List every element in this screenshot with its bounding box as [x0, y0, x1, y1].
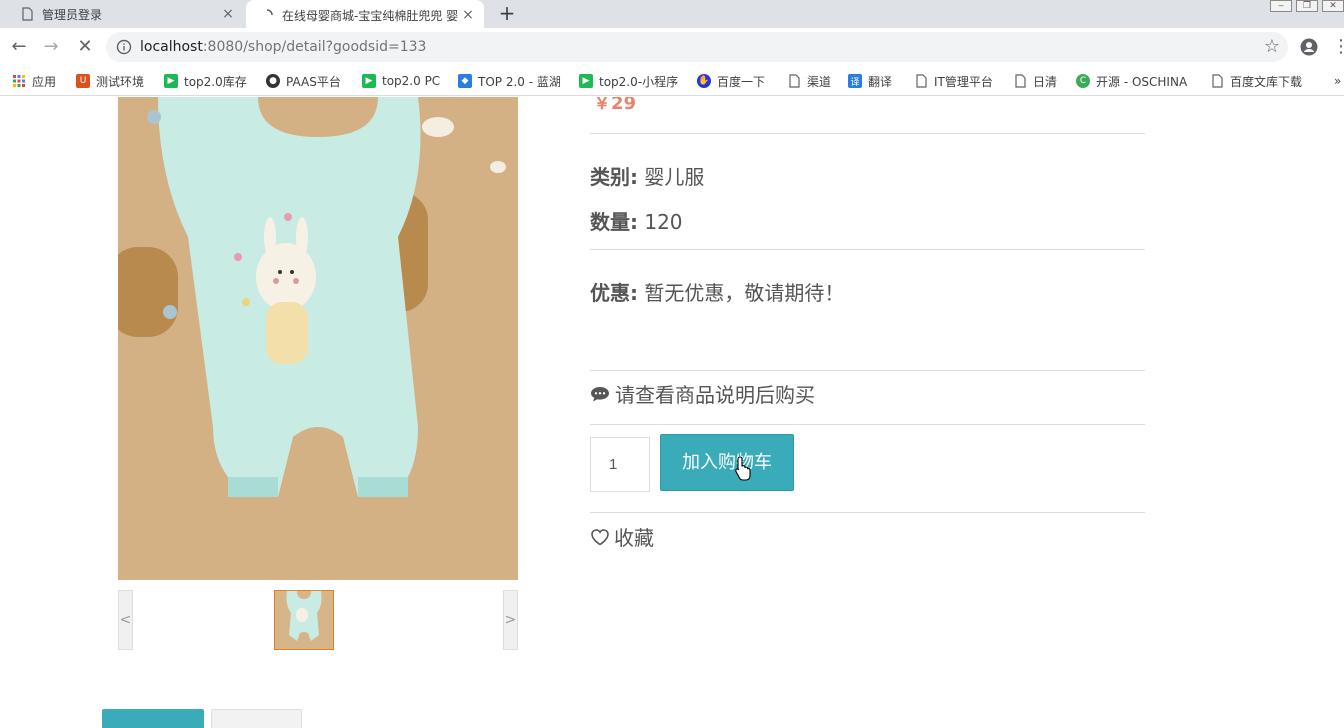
- oschina-icon: C: [1076, 74, 1090, 88]
- bookmarks-overflow[interactable]: »: [1334, 72, 1341, 90]
- romper-illustration: [118, 97, 518, 580]
- comment-icon: [591, 386, 609, 401]
- carousel-prev-button[interactable]: <: [118, 590, 133, 650]
- product-discount: 优惠: 暂无优惠，敬请期待！: [590, 277, 844, 306]
- purchase-notice: 请查看商品说明后购买: [590, 379, 815, 408]
- address-bar[interactable]: localhost:8080/shop/detail?goodsid=133 ☆: [106, 32, 1288, 62]
- page-icon: [1212, 74, 1223, 88]
- tab-title: 在线母婴商城-宝宝纯棉肚兜兜 婴: [282, 8, 459, 23]
- u-logo-icon: U: [76, 74, 90, 88]
- bookmark-miniprogram[interactable]: ▶ top2.0-小程序: [579, 72, 678, 90]
- tab-admin-login[interactable]: 管理员登录 ×: [0, 0, 244, 28]
- bookmark-daily[interactable]: 日清: [1013, 72, 1057, 90]
- browser-toolbar: ← → ✕ localhost:8080/shop/detail?goodsid…: [0, 28, 1344, 66]
- details-tab-inactive[interactable]: [211, 709, 302, 728]
- bookmark-paas[interactable]: ● PAAS平台: [266, 72, 341, 90]
- favorite-link[interactable]: 收藏: [590, 522, 654, 551]
- carousel-next-button[interactable]: >: [503, 590, 518, 650]
- bookmark-top2-stock[interactable]: ▶ top2.0库存: [164, 72, 247, 90]
- romper-thumbnail: [275, 591, 333, 649]
- close-window-button[interactable]: ✕: [1322, 0, 1344, 12]
- baidu-paw-icon: ✋: [697, 74, 711, 88]
- page-icon: [22, 7, 33, 21]
- quantity-label: 数量:: [590, 210, 638, 234]
- bookmark-top2-pc[interactable]: ▶ top2.0 PC: [362, 72, 440, 90]
- bookmark-lanhu[interactable]: ◆ TOP 2.0 - 蓝湖: [458, 72, 561, 90]
- play-icon: ▶: [164, 74, 178, 88]
- bookmark-baidu[interactable]: ✋ 百度一下: [697, 72, 765, 90]
- play-icon: ▶: [362, 74, 376, 88]
- play-icon: ▶: [579, 74, 593, 88]
- restore-button[interactable]: ❐: [1296, 0, 1318, 12]
- apps-grid-icon: [13, 75, 25, 87]
- new-tab-button[interactable]: +: [496, 2, 518, 24]
- lanhu-icon: ◆: [458, 74, 472, 88]
- quantity-input[interactable]: 1: [590, 437, 650, 492]
- divider: [590, 424, 1145, 425]
- hand-cursor-icon: [735, 456, 751, 481]
- loading-spinner-icon: [266, 9, 273, 16]
- minimize-button[interactable]: ‒: [1270, 0, 1292, 12]
- account-icon[interactable]: [1300, 38, 1318, 56]
- bookmark-translate[interactable]: 译 翻译: [848, 72, 892, 90]
- translate-icon: 译: [848, 74, 862, 88]
- details-tab-active[interactable]: [102, 709, 204, 728]
- back-icon[interactable]: ←: [8, 36, 30, 58]
- product-thumbnail[interactable]: [274, 590, 334, 650]
- url-text: localhost:8080/shop/detail?goodsid=133: [140, 39, 427, 55]
- close-icon[interactable]: ×: [460, 7, 476, 23]
- forward-icon[interactable]: →: [40, 36, 62, 58]
- product-main-image[interactable]: [118, 97, 518, 580]
- page-icon: [789, 74, 800, 88]
- bookmarks-bar: 应用 U 测试环境 ▶ top2.0库存 ● PAAS平台 ▶ top2.0 P…: [0, 66, 1344, 96]
- page-icon: [1015, 74, 1026, 88]
- page-icon: [916, 74, 927, 88]
- window-controls: ‒ ❐ ✕: [1266, 0, 1344, 12]
- divider: [590, 512, 1145, 513]
- bookmark-it-platform[interactable]: IT管理平台: [914, 72, 993, 90]
- bookmark-oschina[interactable]: C 开源 - OSCHINA: [1076, 72, 1187, 90]
- divider: [590, 249, 1145, 250]
- discount-value: 暂无优惠，敬请期待！: [638, 281, 845, 305]
- bookmark-apps[interactable]: 应用: [12, 72, 56, 90]
- heart-outline-icon: [591, 528, 609, 545]
- tab-title: 管理员登录: [42, 7, 103, 22]
- bookmark-star-icon[interactable]: ☆: [1264, 36, 1280, 57]
- divider: [590, 370, 1145, 371]
- tab-product-detail[interactable]: 在线母婴商城-宝宝纯棉肚兜兜 婴 ×: [246, 0, 484, 30]
- bookmark-channel[interactable]: 渠道: [787, 72, 831, 90]
- stop-loading-icon[interactable]: ✕: [74, 36, 96, 58]
- discount-label: 优惠:: [590, 281, 638, 305]
- close-icon[interactable]: ×: [220, 6, 236, 22]
- divider: [590, 133, 1145, 134]
- product-price: ￥29: [593, 97, 637, 114]
- bookmark-test-env[interactable]: U 测试环境: [76, 72, 144, 90]
- menu-kebab-icon[interactable]: ⋮: [1332, 36, 1344, 58]
- tab-strip: 管理员登录 × 在线母婴商城-宝宝纯棉肚兜兜 婴 × + ‒ ❐ ✕: [0, 0, 1344, 30]
- panda-icon: ●: [266, 74, 280, 88]
- product-detail-page: < > ￥29 类别: 婴儿服 数量: 120 优惠: 暂无优惠，敬请期待！ 请…: [0, 97, 1344, 728]
- bookmark-wenku[interactable]: 百度文库下载: [1210, 72, 1302, 90]
- add-to-cart-button[interactable]: 加入购物车: [660, 434, 794, 491]
- category-label: 类别:: [590, 165, 638, 189]
- category-value: 婴儿服: [638, 165, 705, 189]
- product-category: 类别: 婴儿服: [590, 161, 704, 190]
- info-icon[interactable]: [116, 39, 132, 55]
- quantity-value: 120: [638, 210, 683, 234]
- product-quantity: 数量: 120: [590, 206, 683, 235]
